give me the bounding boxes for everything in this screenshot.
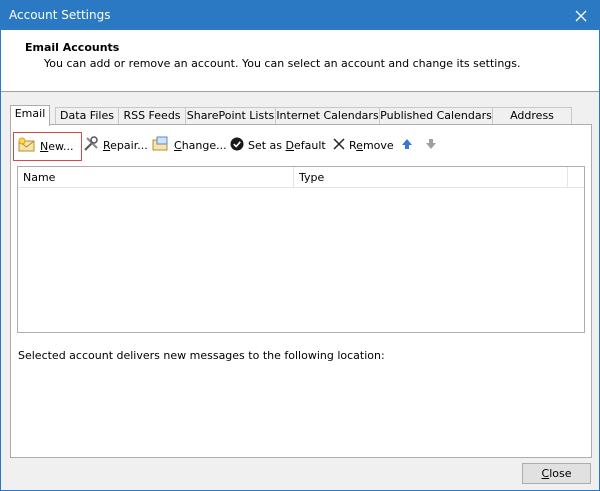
list-header: Name Type xyxy=(18,167,584,188)
remove-button[interactable]: Remove xyxy=(333,131,394,159)
arrow-up-icon xyxy=(401,138,413,153)
arrow-down-icon xyxy=(425,138,437,153)
tab-internet-calendars[interactable]: Internet Calendars xyxy=(275,107,380,125)
close-button-label: Close xyxy=(541,467,572,480)
delivery-location-text: Selected account delivers new messages t… xyxy=(18,349,385,362)
tab-sharepoint-lists[interactable]: SharePoint Lists xyxy=(185,107,276,125)
move-up-button[interactable] xyxy=(401,131,413,159)
header-panel: Email Accounts You can add or remove an … xyxy=(1,30,599,92)
column-header-name[interactable]: Name xyxy=(18,167,294,188)
tab-published-calendars[interactable]: Published Calendars xyxy=(379,107,493,125)
tab-sharepoint-lists-label: SharePoint Lists xyxy=(186,109,275,122)
window-title: Account Settings xyxy=(9,8,111,22)
tab-address-books[interactable]: Address Books xyxy=(492,107,572,138)
new-account-button[interactable]: New... xyxy=(13,132,82,161)
tab-email-label: Email xyxy=(14,107,46,120)
change-button[interactable]: Change... xyxy=(152,131,227,159)
move-down-button[interactable] xyxy=(425,131,437,159)
tab-published-calendars-label: Published Calendars xyxy=(380,109,492,122)
set-as-default-label: Set as Default xyxy=(248,138,326,152)
tab-email[interactable]: Email xyxy=(10,105,50,126)
tab-data-files-label: Data Files xyxy=(60,109,114,122)
close-button[interactable]: Close xyxy=(522,463,591,484)
header-subtitle: You can add or remove an account. You ca… xyxy=(44,57,521,70)
new-mail-icon xyxy=(18,137,36,156)
remove-label: Remove xyxy=(349,138,394,152)
checkmark-circle-icon xyxy=(230,137,244,154)
tab-data-files[interactable]: Data Files xyxy=(55,107,119,125)
tab-internet-calendars-label: Internet Calendars xyxy=(276,109,379,122)
repair-label: Repair... xyxy=(103,138,148,152)
change-label: Change... xyxy=(174,138,227,152)
header-title: Email Accounts xyxy=(25,41,120,54)
account-toolbar: New... Repair... Change... Set as Defaul… xyxy=(11,125,591,161)
close-window-icon[interactable] xyxy=(563,1,599,30)
repair-tools-icon xyxy=(83,135,99,155)
title-bar: Account Settings xyxy=(1,1,599,30)
account-settings-window: Account Settings Email Accounts You can … xyxy=(0,0,600,491)
change-account-icon xyxy=(152,136,170,155)
email-tab-panel: New... Repair... Change... Set as Defaul… xyxy=(10,124,592,458)
remove-x-icon xyxy=(333,137,345,153)
accounts-list[interactable]: Name Type xyxy=(17,166,585,333)
new-account-label: New... xyxy=(40,140,74,153)
repair-button[interactable]: Repair... xyxy=(83,131,148,159)
tab-rss-feeds-label: RSS Feeds xyxy=(123,109,181,122)
set-as-default-button[interactable]: Set as Default xyxy=(230,131,326,159)
column-header-type[interactable]: Type xyxy=(294,167,568,188)
tab-rss-feeds[interactable]: RSS Feeds xyxy=(118,107,186,125)
